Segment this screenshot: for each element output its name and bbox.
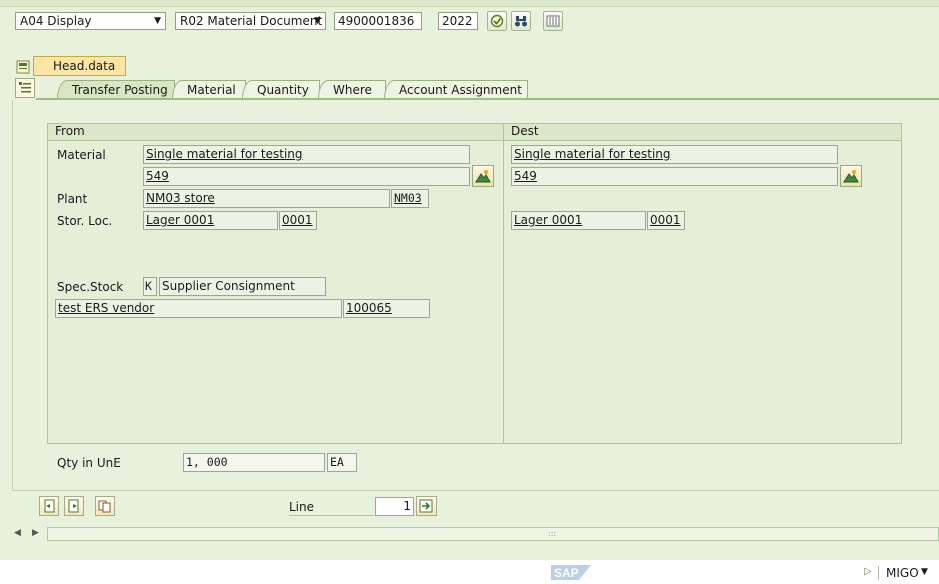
- line-number-field[interactable]: 1: [375, 497, 414, 516]
- next-item-button[interactable]: [64, 496, 84, 516]
- plant-code-field[interactable]: NM03: [391, 189, 429, 208]
- dest-header: Dest: [511, 124, 539, 138]
- reference-dropdown[interactable]: R02 Material Document ▼: [175, 12, 326, 30]
- execute-icon: [490, 14, 504, 28]
- document-number-field[interactable]: 4900001836: [334, 12, 422, 30]
- copy-icon: [98, 500, 111, 513]
- from-storage-location-code[interactable]: 0001: [279, 211, 317, 230]
- tab-where[interactable]: Where: [318, 80, 386, 99]
- status-bar: [0, 560, 939, 584]
- vendor-code-field[interactable]: 100065: [343, 299, 430, 318]
- tab-transfer-posting[interactable]: Transfer Posting: [57, 80, 175, 99]
- find-button[interactable]: [511, 11, 531, 31]
- horizontal-scrollbar[interactable]: :::: [47, 527, 939, 541]
- top-strip: [0, 0, 939, 7]
- scroll-left-icon[interactable]: ◀: [14, 528, 21, 538]
- from-header: From: [55, 124, 85, 138]
- line-label-underline: [289, 515, 374, 516]
- scroll-grip-icon: :::: [548, 529, 557, 538]
- page-next-icon: [68, 499, 79, 513]
- vendor-name-field[interactable]: test ERS vendor: [55, 299, 342, 318]
- reference-value: R02 Material Document: [180, 14, 323, 28]
- special-stock-label: Spec.Stock: [57, 280, 124, 294]
- detail-icon: [19, 82, 31, 93]
- from-storage-location-name[interactable]: Lager 0001: [143, 211, 278, 230]
- head-data-label: Head.data: [53, 59, 116, 73]
- dest-material-number[interactable]: 549: [511, 167, 838, 186]
- from-material-number[interactable]: 549: [143, 167, 470, 186]
- quantity-field[interactable]: 1, 000: [183, 453, 325, 472]
- year-field[interactable]: 2022: [438, 12, 478, 30]
- action-dropdown[interactable]: A04 Display ▼: [15, 12, 166, 30]
- line-label: Line: [289, 500, 315, 514]
- storage-location-label: Stor. Loc.: [57, 214, 113, 228]
- head-data-tab[interactable]: Head.data: [33, 56, 126, 76]
- material-label: Material: [57, 148, 106, 162]
- go-to-icon: [419, 499, 433, 513]
- plant-label: Plant: [57, 192, 88, 206]
- from-material-picker-button[interactable]: [472, 165, 494, 187]
- svg-text:SAP: SAP: [554, 566, 579, 580]
- special-stock-code[interactable]: K: [143, 277, 157, 296]
- status-expand-icon[interactable]: ▷: [864, 566, 872, 577]
- tab-quantity[interactable]: Quantity: [242, 80, 320, 99]
- sap-logo: SAP: [551, 563, 591, 581]
- chevron-down-icon: ▼: [154, 16, 161, 26]
- execute-button[interactable]: [487, 11, 507, 31]
- action-value: A04 Display: [20, 14, 92, 28]
- copy-item-button[interactable]: [95, 496, 115, 516]
- plant-name-field[interactable]: NM03 store: [143, 189, 390, 208]
- chevron-down-icon: ▼: [314, 16, 321, 26]
- mountain-icon: [475, 170, 491, 183]
- binoculars-icon: [515, 16, 527, 27]
- quantity-label: Qty in UnE: [57, 456, 121, 470]
- go-to-line-button[interactable]: [416, 496, 437, 516]
- tab-material[interactable]: Material: [172, 80, 246, 99]
- dest-material-description[interactable]: Single material for testing: [511, 145, 838, 164]
- detail-toggle-button[interactable]: [15, 78, 35, 98]
- panel-header: [48, 124, 901, 141]
- tab-account-assignment[interactable]: Account Assignment: [384, 80, 528, 99]
- special-stock-description: Supplier Consignment: [159, 277, 326, 296]
- page-previous-icon: [44, 499, 55, 513]
- panel-divider: [503, 123, 504, 444]
- scroll-right-icon[interactable]: ▶: [32, 528, 39, 538]
- dest-material-picker-button[interactable]: [840, 165, 862, 187]
- mountain-icon: [843, 170, 859, 183]
- dest-storage-location-name[interactable]: Lager 0001: [511, 211, 646, 230]
- layout-button[interactable]: [543, 11, 563, 31]
- collapse-header-icon[interactable]: [16, 60, 30, 74]
- from-material-description[interactable]: Single material for testing: [143, 145, 470, 164]
- transaction-dropdown-icon[interactable]: ▼: [921, 567, 928, 577]
- previous-item-button[interactable]: [39, 496, 59, 516]
- status-separator: [878, 566, 879, 580]
- transaction-code: MIGO: [886, 566, 919, 580]
- unit-field[interactable]: EA: [327, 453, 357, 472]
- dest-storage-location-code[interactable]: 0001: [647, 211, 685, 230]
- table-icon: [546, 15, 560, 27]
